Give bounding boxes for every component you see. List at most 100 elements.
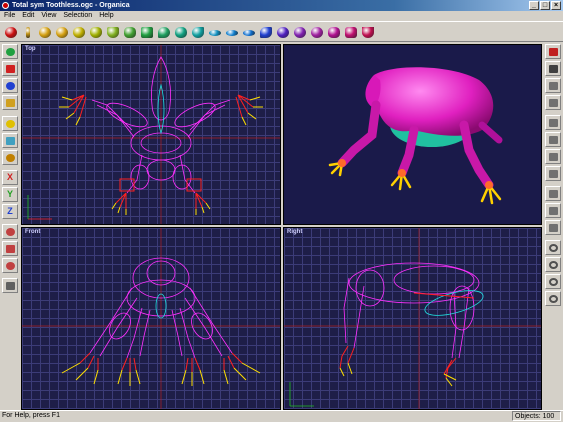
drop-icon [158,27,170,38]
axis-x-button: X [6,172,13,182]
pear-icon [90,27,102,38]
status-bar: For Help, press F1 Objects: 100 [0,410,563,422]
scale-tool-icon [6,65,15,73]
crescent-tool-button[interactable] [258,25,274,40]
bean-tool-button[interactable] [275,25,291,40]
axis-x-button[interactable]: X [2,170,18,185]
torus-tool-button[interactable] [54,25,70,40]
hand-pose-icon [549,170,558,178]
redo-icon [549,261,558,269]
ring-tool-button[interactable] [309,25,325,40]
menu-help[interactable]: Help [97,11,118,21]
redo-button[interactable] [545,257,561,272]
bowl-icon [362,27,374,38]
view-zoom-button[interactable] [545,132,561,147]
egg-icon [73,27,85,38]
app-icon[interactable] [2,2,9,9]
group-tool-icon [6,245,15,253]
magnet-button[interactable] [545,291,561,306]
bowl-tool-button[interactable] [360,25,376,40]
hourglass-icon [328,27,340,38]
sphere-tool-icon [6,137,15,145]
ellipsoid-tool-button[interactable] [37,25,53,40]
group-tool-button[interactable] [2,241,18,256]
viewport-perspective[interactable] [283,44,542,225]
rotate-tool-button[interactable] [2,78,18,93]
hourglass-tool-button[interactable] [326,25,342,40]
torus-icon [56,27,68,38]
menu-file[interactable]: File [2,11,20,21]
ring-icon [311,27,323,38]
window-controls: _ □ × [529,1,561,10]
title-bar: Total sym Toothless.ogc - Organica _ □ × [0,0,563,11]
path-button[interactable] [545,186,561,201]
select-tool-icon [6,228,15,236]
view-pan-icon [549,99,558,107]
view-zoom-icon [549,136,558,144]
sphere-red-tool-button[interactable] [3,25,19,40]
oval-tool-button[interactable] [292,25,308,40]
view-box-button[interactable] [545,115,561,130]
cone-tool-button[interactable] [105,25,121,40]
refresh-button[interactable] [545,274,561,289]
prism-tool-button[interactable] [139,25,155,40]
rod-tool-button[interactable] [20,25,36,40]
scale-tool-button[interactable] [2,61,18,76]
flat-ellipse-tool-button[interactable] [224,25,240,40]
minimize-button[interactable]: _ [529,1,539,10]
view-rotate-button[interactable] [545,78,561,93]
bean-icon [277,27,289,38]
drop-tool-button[interactable] [156,25,172,40]
blob-tool-button[interactable] [122,25,138,40]
render-button[interactable] [545,61,561,76]
maximize-button[interactable]: □ [540,1,550,10]
nodes-icon [549,224,558,232]
close-button[interactable]: × [551,1,561,10]
viewport-right[interactable]: Right [283,227,542,410]
sphere-tool-button[interactable] [2,133,18,148]
disc-tool-button[interactable] [207,25,223,40]
flat-ellipse-icon [226,30,238,36]
pear-tool-button[interactable] [88,25,104,40]
viewport-top[interactable]: Top [21,44,281,225]
menu-edit[interactable]: Edit [20,11,39,21]
move-tool-icon [6,48,15,56]
viewport-front[interactable]: Front [21,227,281,410]
view-pan-button[interactable] [545,95,561,110]
rotate-tool-icon [6,82,15,90]
egg-tool-button[interactable] [71,25,87,40]
arm-pose-icon [549,153,558,161]
axis-y-button: Y [6,189,13,199]
move-tool-button[interactable] [2,44,18,59]
cylinder-tool-button[interactable] [343,25,359,40]
oval-icon [294,27,306,38]
path-icon [549,190,558,198]
lens-tool-button[interactable] [241,25,257,40]
menu-view[interactable]: View [39,11,61,21]
menu-selection[interactable]: Selection [61,11,97,21]
capsule-tool-button[interactable] [173,25,189,40]
hand-pose-button[interactable] [545,166,561,181]
color-tool-button[interactable] [2,116,18,131]
arm-pose-button[interactable] [545,149,561,164]
link-tool-button[interactable] [2,278,18,293]
grid-toggle-button[interactable] [545,44,561,59]
nodes-button[interactable] [545,220,561,235]
render-icon [549,65,558,73]
select-tool-button[interactable] [2,224,18,239]
teardrop-tool-button[interactable] [190,25,206,40]
axis-y-button[interactable]: Y [2,187,18,202]
material-tool-button[interactable] [2,150,18,165]
viewport-label-top: Top [25,46,36,52]
vertex-button[interactable] [545,203,561,218]
paint-tool-button[interactable] [2,95,18,110]
figure-tool-button[interactable] [2,258,18,273]
sphere-red-icon [5,27,17,38]
disc-icon [209,30,221,36]
ellipsoid-icon [39,27,51,38]
undo-button[interactable] [545,240,561,255]
axis-z-button[interactable]: Z [2,204,18,219]
view-box-icon [549,119,558,127]
cone-icon [107,27,119,38]
viewport-label-front: Front [25,229,41,235]
